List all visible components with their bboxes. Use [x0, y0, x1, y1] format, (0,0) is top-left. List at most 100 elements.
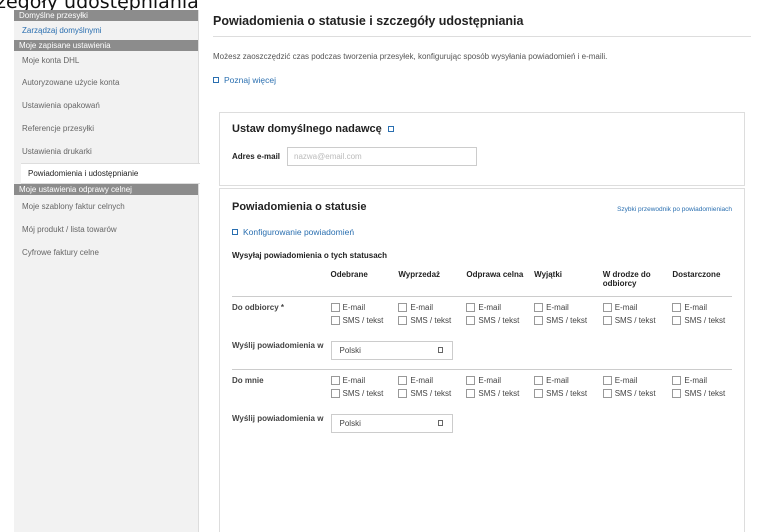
- settings-sidebar: Domyślne przesyłki Zarządzaj domyślnymi …: [14, 10, 200, 532]
- checkbox[interactable]: [602, 388, 612, 398]
- default-sender-panel: Ustaw domyślnego nadawcę Adres e-mail na…: [219, 112, 745, 186]
- checkbox[interactable]: [672, 315, 682, 325]
- configure-notifications-link[interactable]: Konfigurowanie powiadomień: [232, 227, 732, 237]
- dropdown-icon: [437, 346, 443, 353]
- me-language-select[interactable]: Polski: [330, 413, 453, 433]
- option-label: E-mail: [684, 375, 708, 385]
- recipient-email-option[interactable]: E-mail: [398, 302, 466, 312]
- me-sms-option[interactable]: SMS / tekst: [398, 388, 466, 398]
- option-label: SMS / tekst: [546, 315, 588, 325]
- checkbox[interactable]: [330, 388, 340, 398]
- option-label: SMS / tekst: [478, 388, 520, 398]
- sidebar-header-saved-settings: Moje zapisane ustawienia: [14, 40, 198, 51]
- me-email-option[interactable]: E-mail: [466, 375, 534, 385]
- me-email-option[interactable]: E-mail: [330, 375, 399, 385]
- column-header: Dostarczone: [672, 270, 721, 279]
- column-header: Wyprzedaż: [398, 270, 441, 279]
- recipient-email-option[interactable]: E-mail: [672, 302, 732, 312]
- checkbox[interactable]: [672, 302, 682, 312]
- send-statuses-title: Wysyłaj powiadomienia o tych statusach: [232, 251, 388, 260]
- language-label: Wyślij powiadomienia w: [232, 340, 324, 350]
- recipient-sms-option[interactable]: SMS / tekst: [398, 315, 466, 325]
- sidebar-item-invoice-templates[interactable]: Moje szablony faktur celnych: [14, 195, 198, 218]
- me-sms-option[interactable]: SMS / tekst: [534, 388, 603, 398]
- recipient-sms-option[interactable]: SMS / tekst: [602, 315, 673, 325]
- learn-more-link[interactable]: Poznaj więcej: [213, 75, 751, 85]
- column-header: Odprawa celna: [466, 270, 524, 279]
- option-label: SMS / tekst: [614, 388, 656, 398]
- checkbox[interactable]: [534, 315, 544, 325]
- recipient-sms-option[interactable]: SMS / tekst: [466, 315, 534, 325]
- recipient-sms-option[interactable]: SMS / tekst: [672, 315, 732, 325]
- table-header-row: Odebrane Wyprzedaż Odprawa celna Wyjątki…: [232, 270, 732, 297]
- external-link-icon: [213, 77, 219, 83]
- me-sms-option[interactable]: SMS / tekst: [602, 388, 673, 398]
- intro-text: Możesz zaoszczędzić czas podczas tworzen…: [213, 52, 608, 61]
- checkbox[interactable]: [602, 302, 612, 312]
- checkbox[interactable]: [330, 315, 340, 325]
- checkbox[interactable]: [466, 375, 476, 385]
- checkbox[interactable]: [398, 375, 408, 385]
- sidebar-item-packaging[interactable]: Ustawienia opakowań: [14, 94, 198, 117]
- option-label: E-mail: [478, 375, 502, 385]
- me-email-option[interactable]: E-mail: [672, 375, 732, 385]
- info-icon[interactable]: [387, 126, 394, 132]
- checkbox[interactable]: [534, 388, 544, 398]
- option-label: E-mail: [614, 375, 638, 385]
- main-content: Powiadomienia o statusie i szczegóły udo…: [213, 14, 751, 532]
- option-label: SMS / tekst: [546, 388, 588, 398]
- recipient-sms-option[interactable]: SMS / tekst: [330, 315, 399, 325]
- notifications-table: Odebrane Wyprzedaż Odprawa celna Wyjątki…: [232, 270, 732, 433]
- checkbox[interactable]: [602, 315, 612, 325]
- checkbox[interactable]: [534, 302, 544, 312]
- checkbox[interactable]: [534, 375, 544, 385]
- configure-label: Konfigurowanie powiadomień: [243, 227, 355, 237]
- sidebar-item-notifications[interactable]: Powiadomienia i udostępnianie: [21, 163, 200, 184]
- select-value: Polski: [339, 345, 361, 355]
- email-row: Adres e-mail nazwa@email.com: [232, 147, 732, 166]
- option-label: E-mail: [342, 375, 366, 385]
- me-sms-option[interactable]: SMS / tekst: [466, 388, 534, 398]
- sidebar-item-manage-defaults[interactable]: Zarządzaj domyślnymi: [14, 21, 198, 40]
- me-email-option[interactable]: E-mail: [534, 375, 603, 385]
- recipient-language-select[interactable]: Polski: [330, 340, 453, 360]
- checkbox[interactable]: [602, 375, 612, 385]
- sidebar-item-digital-invoices[interactable]: Cyfrowe faktury celne: [14, 241, 198, 264]
- checkbox[interactable]: [398, 315, 408, 325]
- option-label: E-mail: [342, 302, 366, 312]
- recipient-email-option[interactable]: E-mail: [534, 302, 603, 312]
- recipient-label: Do odbiorcy *: [232, 302, 285, 312]
- email-field[interactable]: nazwa@email.com: [287, 147, 477, 166]
- sidebar-item-authorized-use[interactable]: Autoryzowane użycie konta: [14, 71, 198, 94]
- option-label: SMS / tekst: [410, 315, 452, 325]
- status-notifications-panel: Powiadomienia o statusie Szybki przewodn…: [219, 188, 745, 532]
- checkbox[interactable]: [466, 302, 476, 312]
- me-sms-option[interactable]: SMS / tekst: [672, 388, 732, 398]
- checkbox[interactable]: [330, 302, 340, 312]
- sidebar-item-dhl-accounts[interactable]: Moje konta DHL: [14, 51, 198, 71]
- page-title: Powiadomienia o statusie i szczegóły udo…: [213, 14, 751, 37]
- option-label: E-mail: [546, 375, 569, 385]
- sidebar-item-product-list[interactable]: Mój produkt / lista towarów: [14, 218, 198, 241]
- checkbox[interactable]: [466, 315, 476, 325]
- recipient-sms-option[interactable]: SMS / tekst: [534, 315, 603, 325]
- checkbox[interactable]: [466, 388, 476, 398]
- quick-guide-link[interactable]: Szybki przewodnik po powiadomieniach: [617, 206, 732, 213]
- recipient-email-option[interactable]: E-mail: [466, 302, 534, 312]
- sidebar-item-references[interactable]: Referencje przesyłki: [14, 117, 198, 140]
- checkbox[interactable]: [398, 302, 408, 312]
- checkbox[interactable]: [672, 388, 682, 398]
- me-label: Do mnie: [232, 375, 264, 385]
- me-sms-option[interactable]: SMS / tekst: [330, 388, 399, 398]
- option-label: SMS / tekst: [410, 388, 452, 398]
- checkbox[interactable]: [330, 375, 340, 385]
- recipient-email-option[interactable]: E-mail: [330, 302, 399, 312]
- me-email-option[interactable]: E-mail: [602, 375, 673, 385]
- recipient-row: Do odbiorcy * E-mail SMS / tekst E-mail SM…: [232, 302, 732, 329]
- me-email-option[interactable]: E-mail: [398, 375, 466, 385]
- sidebar-item-printer[interactable]: Ustawienia drukarki: [14, 140, 198, 163]
- column-header: Wyjątki: [534, 270, 563, 279]
- checkbox[interactable]: [672, 375, 682, 385]
- checkbox[interactable]: [398, 388, 408, 398]
- recipient-email-option[interactable]: E-mail: [602, 302, 673, 312]
